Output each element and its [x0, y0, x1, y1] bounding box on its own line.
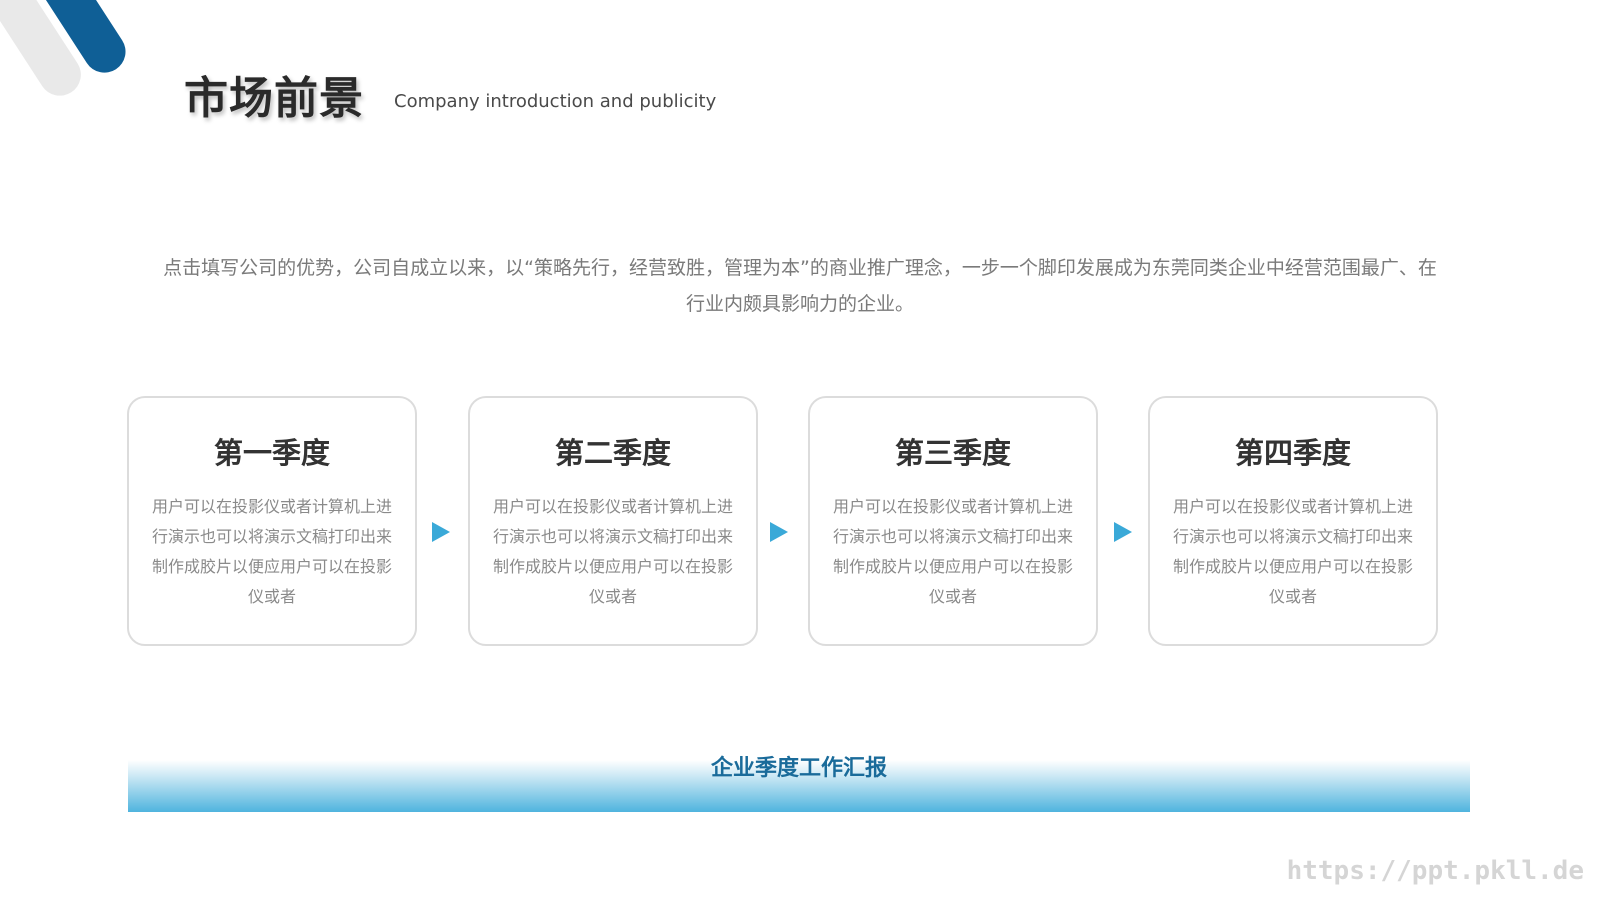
footer-band-label: 企业季度工作汇报 — [710, 756, 887, 781]
right-triangle-icon — [770, 522, 788, 542]
card-text: 用户可以在投影仪或者计算机上进行演示也可以将演示文稿打印出来制作成胶片以便应用户… — [493, 497, 734, 606]
card-text: 用户可以在投影仪或者计算机上进行演示也可以将演示文稿打印出来制作成胶片以便应用户… — [152, 497, 393, 606]
card-text: 用户可以在投影仪或者计算机上进行演示也可以将演示文稿打印出来制作成胶片以便应用户… — [1173, 497, 1414, 606]
quarter-card-2: 第二季度 用户可以在投影仪或者计算机上进行演示也可以将演示文稿打印出来制作成胶片… — [468, 396, 758, 646]
right-triangle-icon — [432, 522, 450, 542]
quarter-card-3: 第三季度 用户可以在投影仪或者计算机上进行演示也可以将演示文稿打印出来制作成胶片… — [808, 396, 1098, 646]
quarter-card-4: 第四季度 用户可以在投影仪或者计算机上进行演示也可以将演示文稿打印出来制作成胶片… — [1148, 396, 1438, 646]
card-title: 第一季度 — [213, 436, 330, 470]
quarter-cards: 第一季度 用户可以在投影仪或者计算机上进行演示也可以将演示文稿打印出来制作成胶片… — [127, 396, 1471, 651]
card-title: 第三季度 — [894, 436, 1011, 470]
watermark: https://ppt.pkll.de — [1286, 856, 1584, 886]
card-title: 第四季度 — [1234, 436, 1351, 470]
card-title: 第二季度 — [554, 436, 671, 470]
right-triangle-icon — [1114, 522, 1132, 542]
page-title: 市场前景 — [184, 73, 364, 124]
corner-stripes-decoration — [0, 0, 126, 96]
intro-paragraph: 点击填写公司的优势，公司自成立以来，以“策略先行，经营致胜，管理为本”的商业推广… — [163, 257, 1437, 315]
quarter-card-1: 第一季度 用户可以在投影仪或者计算机上进行演示也可以将演示文稿打印出来制作成胶片… — [127, 396, 417, 646]
card-text: 用户可以在投影仪或者计算机上进行演示也可以将演示文稿打印出来制作成胶片以便应用户… — [833, 497, 1074, 606]
page-subtitle: Company introduction and publicity — [394, 91, 717, 112]
